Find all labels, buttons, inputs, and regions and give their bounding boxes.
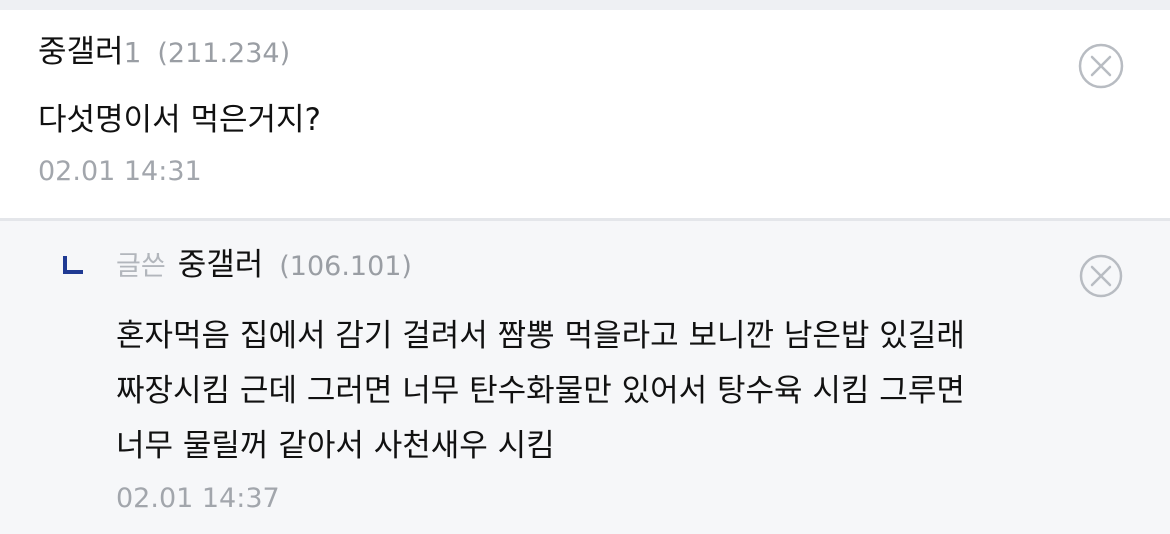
reply-text-line: 너무 물릴꺼 같아서 사천새우 시킴 [116, 428, 555, 464]
close-circle-icon [1078, 43, 1124, 89]
reply-text-line: 짜장시킴 근데 그러면 너무 탄수화물만 있어서 탕수육 시킴 그루면 [116, 373, 965, 409]
comment-text: 다섯명이서 먹은거지? [38, 102, 321, 138]
reply-text: 혼자먹음 집에서 감기 걸려서 짬뽕 먹을라고 보니깐 남은밥 있길래 짜장시킴… [116, 309, 1126, 474]
delete-comment-button[interactable] [1077, 42, 1125, 90]
comment-timestamp: 02.01 14:31 [38, 156, 202, 187]
comment-header: 중갤러1 (211.234) [38, 32, 290, 77]
writer-badge: 글쓴 [116, 251, 166, 282]
reply-arrow-icon [63, 256, 83, 274]
reply-item: 글쓴 중갤러 (106.101) 혼자먹음 집에서 감기 걸려서 짬뽕 먹을라고 보… [0, 221, 1170, 534]
close-circle-icon [1079, 254, 1123, 298]
comment-item: 중갤러1 (211.234) 다섯명이서 먹은거지? 02.01 14:31 [0, 10, 1170, 218]
reply-text-line: 혼자먹음 집에서 감기 걸려서 짬뽕 먹을라고 보니깐 남은밥 있길래 [116, 318, 965, 354]
comment-nickname[interactable]: 중갤러 [38, 34, 124, 70]
delete-reply-button[interactable] [1077, 252, 1125, 300]
reply-header: 글쓴 중갤러 (106.101) [116, 245, 412, 290]
reply-nickname[interactable]: 중갤러 [178, 247, 264, 283]
reply-timestamp: 02.01 14:37 [116, 483, 280, 514]
comment-ip: (211.234) [157, 38, 291, 69]
top-separator [0, 0, 1170, 10]
comment-nickname-suffix: 1 [123, 36, 142, 69]
reply-ip: (106.101) [279, 251, 412, 282]
